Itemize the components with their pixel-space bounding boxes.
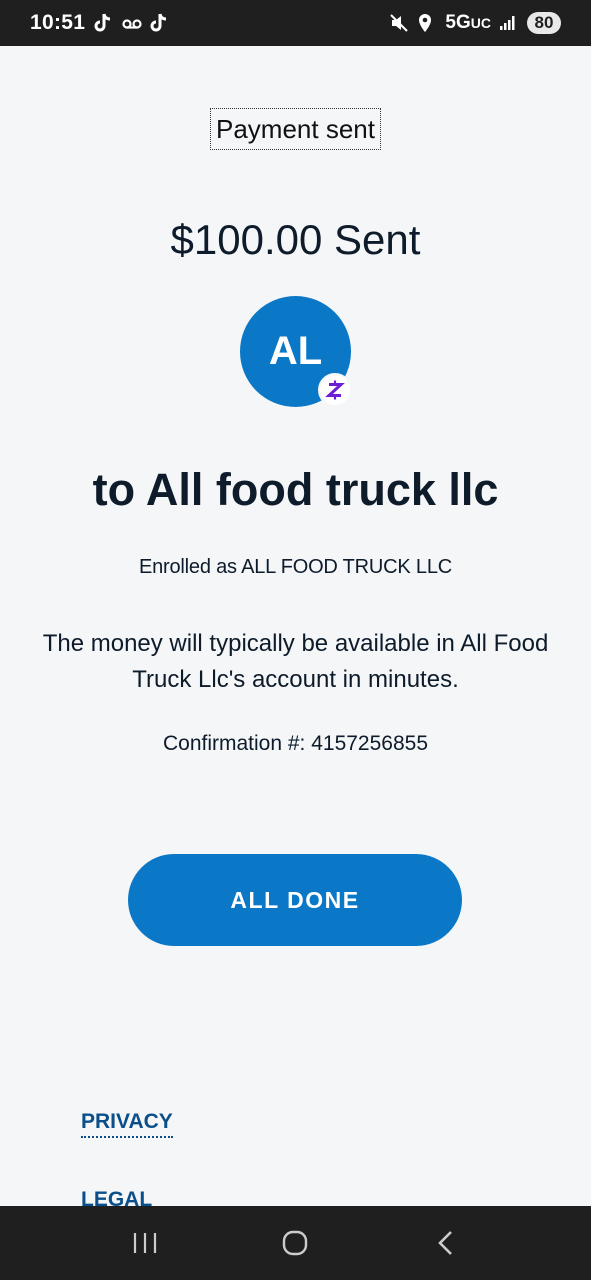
network-type: 5GUC [445,12,491,34]
status-bar: 10:51 5GUC 80 [0,0,591,46]
system-nav-bar [0,1206,591,1280]
avatar-initials: AL [268,329,323,373]
legal-link[interactable]: LEGAL [81,1188,152,1206]
status-bar-right: 5GUC 80 [389,12,561,34]
availability-message: The money will typically be available in… [42,630,549,693]
tiktok-icon [93,12,113,34]
location-icon [417,12,437,34]
home-icon[interactable] [265,1213,325,1273]
network-label: 5G [445,12,471,33]
confirmation-number: Confirmation #: 4157256855 [162,732,429,755]
battery-indicator: 80 [527,12,561,34]
voicemail-icon [121,12,142,34]
payment-confirmation-screen: Payment sent $100.00 Sent AL to All food… [0,46,591,1206]
recent-apps-icon[interactable] [115,1213,175,1273]
page-title: Payment sent [210,108,381,150]
privacy-link[interactable]: PRIVACY [81,1110,173,1138]
amount-sent: $100.00 Sent [170,216,421,263]
signal-icon [499,12,519,34]
recipient-name: to All food truck llc [92,464,499,515]
zelle-icon [318,373,352,407]
network-sub-label: UC [470,15,491,31]
status-bar-left: 10:51 [30,11,169,35]
back-icon[interactable] [416,1213,476,1273]
mute-icon [389,12,409,34]
status-time: 10:51 [30,11,86,34]
all-done-button[interactable]: ALL DONE [128,854,462,946]
enrolled-as-label: Enrolled as ALL FOOD TRUCK LLC [138,556,452,578]
tiktok-icon [149,12,169,34]
